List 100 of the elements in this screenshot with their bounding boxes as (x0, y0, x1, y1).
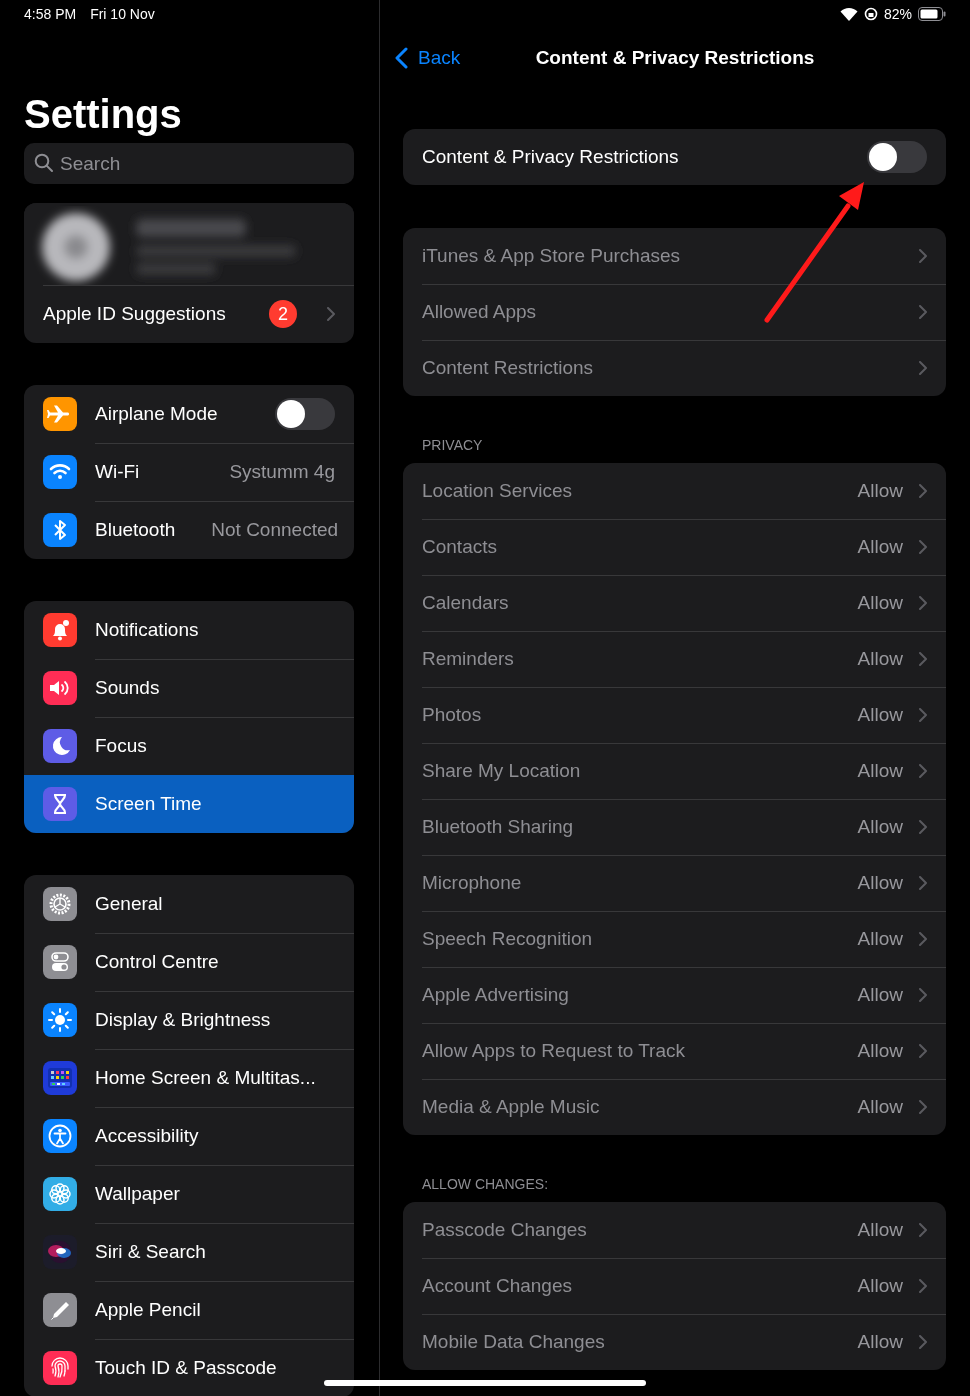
status-time: 4:58 PM (24, 6, 77, 22)
page-title: Settings (24, 91, 183, 138)
bell-icon (43, 613, 77, 647)
item-label: Bluetooth Sharing (422, 816, 574, 838)
sidebar-item[interactable]: Wi-Fi Systumm 4g (24, 443, 354, 501)
chevron-icon (919, 876, 927, 890)
item-label: Calendars (422, 592, 509, 614)
item-label: Display & Brightness (95, 1009, 271, 1031)
accessibility-icon (43, 1119, 77, 1153)
chevron-icon (919, 540, 927, 554)
chevron-icon (919, 820, 927, 834)
chevron-icon (919, 1100, 927, 1114)
item-label: Mobile Data Changes (422, 1331, 605, 1353)
item-label: Control Centre (95, 951, 219, 973)
sidebar-item[interactable]: General (24, 875, 354, 933)
item-label: Share My Location (422, 760, 581, 782)
brightness-icon (43, 1003, 77, 1037)
notification-badge: 2 (269, 300, 297, 328)
item-label: Media & Apple Music (422, 1096, 600, 1118)
item-label: Apple Pencil (95, 1299, 201, 1321)
item-label: Siri & Search (95, 1241, 206, 1263)
chevron-icon (919, 1044, 927, 1058)
fingerprint-icon (43, 1351, 77, 1385)
item-label: General (95, 893, 163, 915)
item-label: Contacts (422, 536, 497, 558)
item-label: iTunes & App Store Purchases (422, 245, 681, 267)
toggles-icon (43, 945, 77, 979)
sidebar-item[interactable]: Home Screen & Multitas... (24, 1049, 354, 1107)
back-button[interactable]: Back (380, 46, 467, 70)
rotation-lock-icon (863, 7, 878, 21)
sidebar-item[interactable]: Focus (24, 717, 354, 775)
setting-value: Allow (857, 648, 903, 670)
chevron-icon (919, 249, 927, 263)
back-chevron-icon (395, 47, 408, 69)
setting-value: Allow (857, 592, 903, 614)
sidebar-item[interactable]: Airplane Mode (24, 385, 354, 443)
item-label: Wi-Fi (95, 461, 140, 483)
setting-value: Allow (857, 1275, 903, 1297)
item-label: Location Services (422, 480, 572, 502)
setting-value: Allow (857, 760, 903, 782)
item-label: Speech Recognition (422, 928, 593, 950)
item-label: Microphone (422, 872, 522, 894)
sidebar-item[interactable]: Display & Brightness (24, 991, 354, 1049)
moon-icon (43, 729, 77, 763)
chevron-icon (919, 484, 927, 498)
setting-value: Allow (857, 1040, 903, 1062)
sidebar-item[interactable]: Control Centre (24, 933, 354, 991)
chevron-icon (919, 361, 927, 375)
chevron-icon (919, 305, 927, 319)
sidebar-item[interactable]: Apple Pencil (24, 1281, 354, 1339)
sidebar-item[interactable]: Sounds (24, 659, 354, 717)
setting-value: Not Connected (211, 519, 339, 541)
item-label: Allow Apps to Request to Track (422, 1040, 685, 1062)
sidebar-item[interactable]: Screen Time (24, 775, 354, 833)
chevron-icon (919, 988, 927, 1002)
setting-value: Allow (857, 816, 903, 838)
item-label: Content Restrictions (422, 357, 594, 379)
sidebar-item[interactable]: Notifications (24, 601, 354, 659)
section-header: ALLOW CHANGES: (422, 1176, 549, 1192)
setting-value: Allow (857, 1096, 903, 1118)
search-field[interactable]: Search (24, 143, 354, 184)
item-label: Apple Advertising (422, 984, 569, 1006)
toggle-switch[interactable] (867, 141, 927, 173)
toggle-switch[interactable] (275, 398, 335, 430)
item-label: Focus (95, 735, 147, 757)
sidebar-item[interactable]: Wallpaper (24, 1165, 354, 1223)
item-label: Sounds (95, 677, 160, 699)
item-label: Passcode Changes (422, 1219, 587, 1241)
app-grid-icon (43, 1061, 77, 1095)
battery-percent: 82% (883, 6, 912, 22)
sidebar-item[interactable]: Accessibility (24, 1107, 354, 1165)
item-label: Screen Time (95, 793, 202, 815)
orb-icon (43, 1235, 77, 1269)
item-label: Apple ID Suggestions (43, 303, 226, 325)
sidebar-item[interactable]: Touch ID & Passcode (24, 1339, 354, 1396)
pencil-icon (43, 1293, 77, 1327)
item-label: Reminders (422, 648, 514, 670)
sidebar-item[interactable]: Bluetooth Not Connected (24, 501, 354, 559)
wifi-icon (43, 455, 77, 489)
item-label: Content & Privacy Restrictions (422, 146, 679, 168)
airplane-icon (43, 397, 77, 431)
speaker-icon (43, 671, 77, 705)
chevron-icon (327, 307, 335, 321)
apple-id-suggestions-row[interactable]: Apple ID Suggestions 2 (24, 285, 354, 343)
setting-value: Allow (857, 984, 903, 1006)
setting-value: Allow (857, 1331, 903, 1353)
screen-title: Content & Privacy Restrictions (535, 47, 815, 69)
setting-value: Allow (857, 1219, 903, 1241)
chevron-icon (919, 596, 927, 610)
chevron-icon (919, 764, 927, 778)
setting-value: Allow (857, 872, 903, 894)
item-label: Touch ID & Passcode (95, 1357, 277, 1379)
setting-value: Allow (857, 480, 903, 502)
setting-value: Systumm 4g (229, 461, 335, 483)
sidebar-item[interactable]: Siri & Search (24, 1223, 354, 1281)
item-label: Home Screen & Multitas... (95, 1067, 316, 1089)
gear-icon (43, 887, 77, 921)
setting-value: Allow (857, 704, 903, 726)
battery-icon (918, 7, 946, 21)
item-label: Notifications (95, 619, 199, 641)
